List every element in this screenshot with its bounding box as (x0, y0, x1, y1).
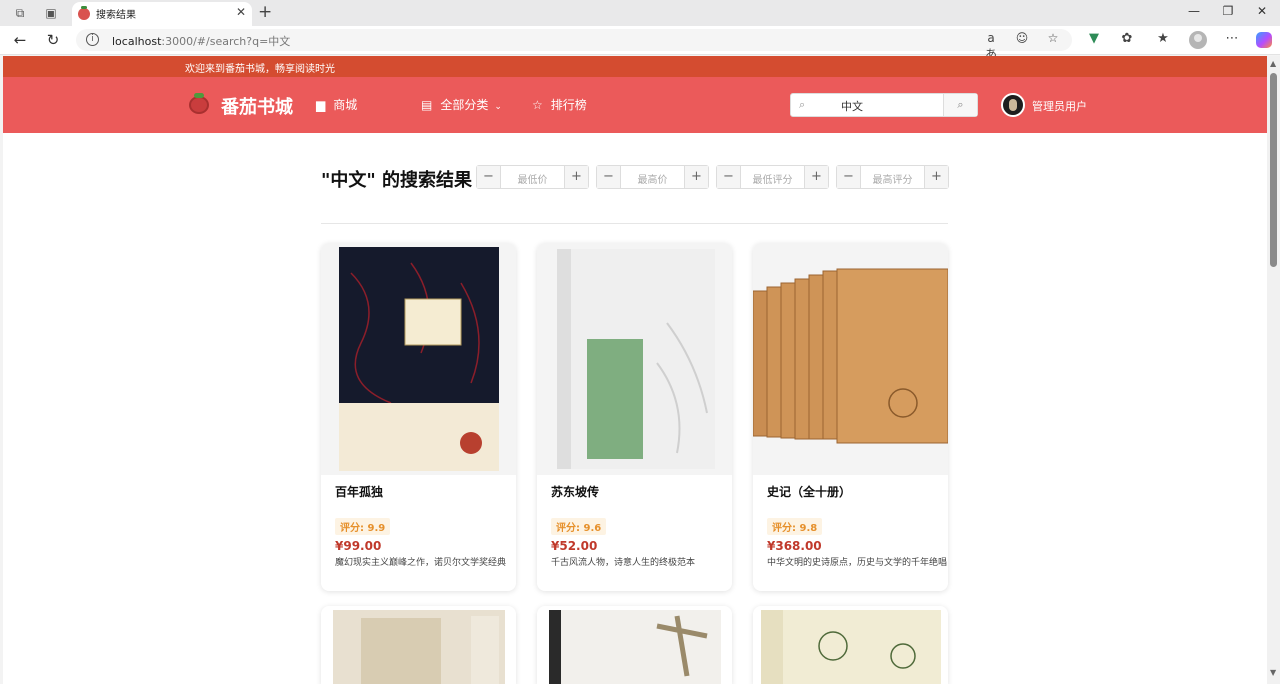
results-title: "中文" 的搜索结果 (321, 170, 473, 191)
scrollbar-thumb[interactable] (1270, 73, 1277, 267)
book-card[interactable]: 史记（全十册） 评分: 9.8 ¥368.00 中华文明的史诗原点，历史与文学的… (753, 243, 948, 591)
browser-tab-bar: ⧉ ▣ 搜索结果 ✕ + — ❐ ✕ (0, 0, 1280, 26)
book-description: 千古风流人物，诗意人生的终极范本 (551, 558, 696, 568)
increment-button[interactable]: + (564, 166, 588, 188)
book-cover (537, 243, 732, 475)
rating-badge: 评分: 9.9 (335, 518, 391, 535)
increment-button[interactable]: + (804, 166, 828, 188)
chevron-down-icon: ⌄ (494, 102, 502, 112)
book-cover (333, 610, 505, 684)
book-cover (321, 243, 516, 475)
url-field[interactable]: i localhost:3000/#/search?q=中文 aあ ☺ ☆ (76, 29, 1072, 61)
site-header: 番茄书城 ▆ 商城 ▤ 全部分类 ⌄ ☆ 排行榜 ⌕ 中文 ⌕ 管理员用户 (3, 77, 1267, 133)
stepper-placeholder: 最高评分 (872, 175, 913, 186)
nav-label: 全部分类 (440, 98, 489, 112)
book-description: 魔幻现实主义巅峰之作，诺贝尔文学奖经典 (335, 558, 507, 568)
decrement-button[interactable]: − (477, 166, 501, 188)
nav-label: 商城 (333, 98, 358, 112)
back-icon[interactable]: ← (10, 31, 30, 49)
stepper-placeholder: 最低价 (517, 175, 548, 186)
minimize-icon[interactable]: — (1184, 4, 1204, 18)
close-tab-icon[interactable]: ✕ (236, 5, 246, 19)
scroll-down-icon[interactable]: ▼ (1270, 668, 1276, 677)
page-scrollbar[interactable]: ▲ ▼ (1267, 56, 1280, 684)
nav-label: 排行榜 (550, 98, 587, 112)
book-icon: ▆ (316, 98, 326, 112)
min-rating-stepper[interactable]: − 最低评分 + (716, 165, 829, 189)
book-cover (753, 243, 948, 475)
book-card[interactable]: 苏东坡传 评分: 9.6 ¥52.00 千古风流人物，诗意人生的终极范本 (537, 243, 732, 591)
min-price-stepper[interactable]: − 最低价 + (476, 165, 589, 189)
workspaces-icon[interactable]: ⧉ (12, 5, 28, 21)
book-title[interactable]: 百年孤独 (335, 483, 383, 500)
divider (321, 223, 948, 224)
favorite-star-icon[interactable]: ☆ (1044, 31, 1062, 45)
scroll-up-icon[interactable]: ▲ (1270, 59, 1276, 68)
max-rating-stepper[interactable]: − 最高评分 + (836, 165, 949, 189)
search-button[interactable]: ⌕ (943, 94, 977, 116)
increment-button[interactable]: + (684, 166, 708, 188)
book-card[interactable] (321, 606, 516, 684)
refresh-icon[interactable]: ↻ (43, 31, 63, 49)
tab-actions-icon[interactable]: ▣ (43, 5, 59, 21)
book-price: ¥52.00 (551, 539, 598, 553)
decrement-button[interactable]: − (717, 166, 741, 188)
decrement-button[interactable]: − (837, 166, 861, 188)
nav-item-ranking[interactable]: ☆ 排行榜 (532, 96, 587, 113)
book-description: 中华文明的史诗原点，历史与文学的千年绝唱 (767, 558, 948, 568)
more-icon[interactable]: ⋯ (1222, 31, 1242, 46)
extensions-icon[interactable]: ✿ (1117, 31, 1137, 46)
decrement-button[interactable]: − (597, 166, 621, 188)
increment-button[interactable]: + (924, 166, 948, 188)
book-price: ¥368.00 (767, 539, 822, 553)
rating-badge: 评分: 9.8 (767, 518, 823, 535)
search-icon: ⌕ (799, 98, 806, 111)
browser-profile-avatar[interactable] (1189, 31, 1207, 49)
close-window-icon[interactable]: ✕ (1252, 4, 1272, 18)
max-price-stepper[interactable]: − 最高价 + (596, 165, 709, 189)
list-icon: ▤ (421, 98, 433, 112)
nav-item-mall[interactable]: ▆ 商城 (316, 96, 357, 113)
book-cover (549, 610, 721, 684)
url-path: :3000/#/search?q=中文 (161, 35, 291, 48)
emoji-icon[interactable]: ☺ (1013, 31, 1031, 45)
stepper-placeholder: 最低评分 (752, 175, 793, 186)
site-logo-text[interactable]: 番茄书城 (221, 93, 293, 119)
user-avatar[interactable] (1001, 93, 1025, 117)
book-cover (761, 610, 941, 684)
url-text: localhost:3000/#/search?q=中文 (112, 33, 290, 49)
vue-devtools-icon[interactable]: ▼ (1084, 31, 1104, 46)
favorites-icon[interactable]: ★ (1153, 31, 1173, 46)
nav-item-categories[interactable]: ▤ 全部分类 ⌄ (421, 96, 502, 113)
tomato-logo-icon[interactable] (189, 93, 209, 114)
book-title[interactable]: 苏东坡传 (551, 483, 599, 500)
url-host: localhost (112, 35, 162, 48)
book-card[interactable] (753, 606, 948, 684)
stepper-placeholder: 最高价 (637, 175, 668, 186)
star-icon: ☆ (532, 98, 543, 112)
search-input[interactable]: ⌕ 中文 ⌕ (790, 93, 978, 117)
welcome-text: 欢迎来到番茄书城，畅享阅读时光 (185, 64, 335, 75)
book-title[interactable]: 史记（全十册） (767, 483, 851, 500)
browser-tab[interactable]: 搜索结果 ✕ (72, 2, 252, 26)
new-tab-icon[interactable]: + (258, 2, 272, 22)
search-value: 中文 (841, 100, 863, 113)
site-info-icon[interactable]: i (86, 33, 99, 46)
copilot-icon[interactable] (1256, 32, 1272, 48)
tomato-favicon-icon (78, 6, 90, 20)
book-card[interactable]: 百年孤独 评分: 9.9 ¥99.00 魔幻现实主义巅峰之作，诺贝尔文学奖经典 (321, 243, 516, 591)
book-card[interactable] (537, 606, 732, 684)
address-bar-row: ← ↻ i localhost:3000/#/search?q=中文 aあ ☺ … (0, 26, 1280, 61)
page-viewport: 欢迎来到番茄书城，畅享阅读时光 番茄书城 ▆ 商城 ▤ 全部分类 ⌄ ☆ 排行榜 ⌕ 中… (3, 56, 1267, 684)
welcome-bar: 欢迎来到番茄书城，畅享阅读时光 (3, 56, 1267, 77)
restore-icon[interactable]: ❐ (1218, 4, 1238, 18)
user-name[interactable]: 管理员用户 (1032, 98, 1087, 114)
book-price: ¥99.00 (335, 539, 382, 553)
tab-title: 搜索结果 (96, 10, 136, 21)
rating-badge: 评分: 9.6 (551, 518, 607, 535)
